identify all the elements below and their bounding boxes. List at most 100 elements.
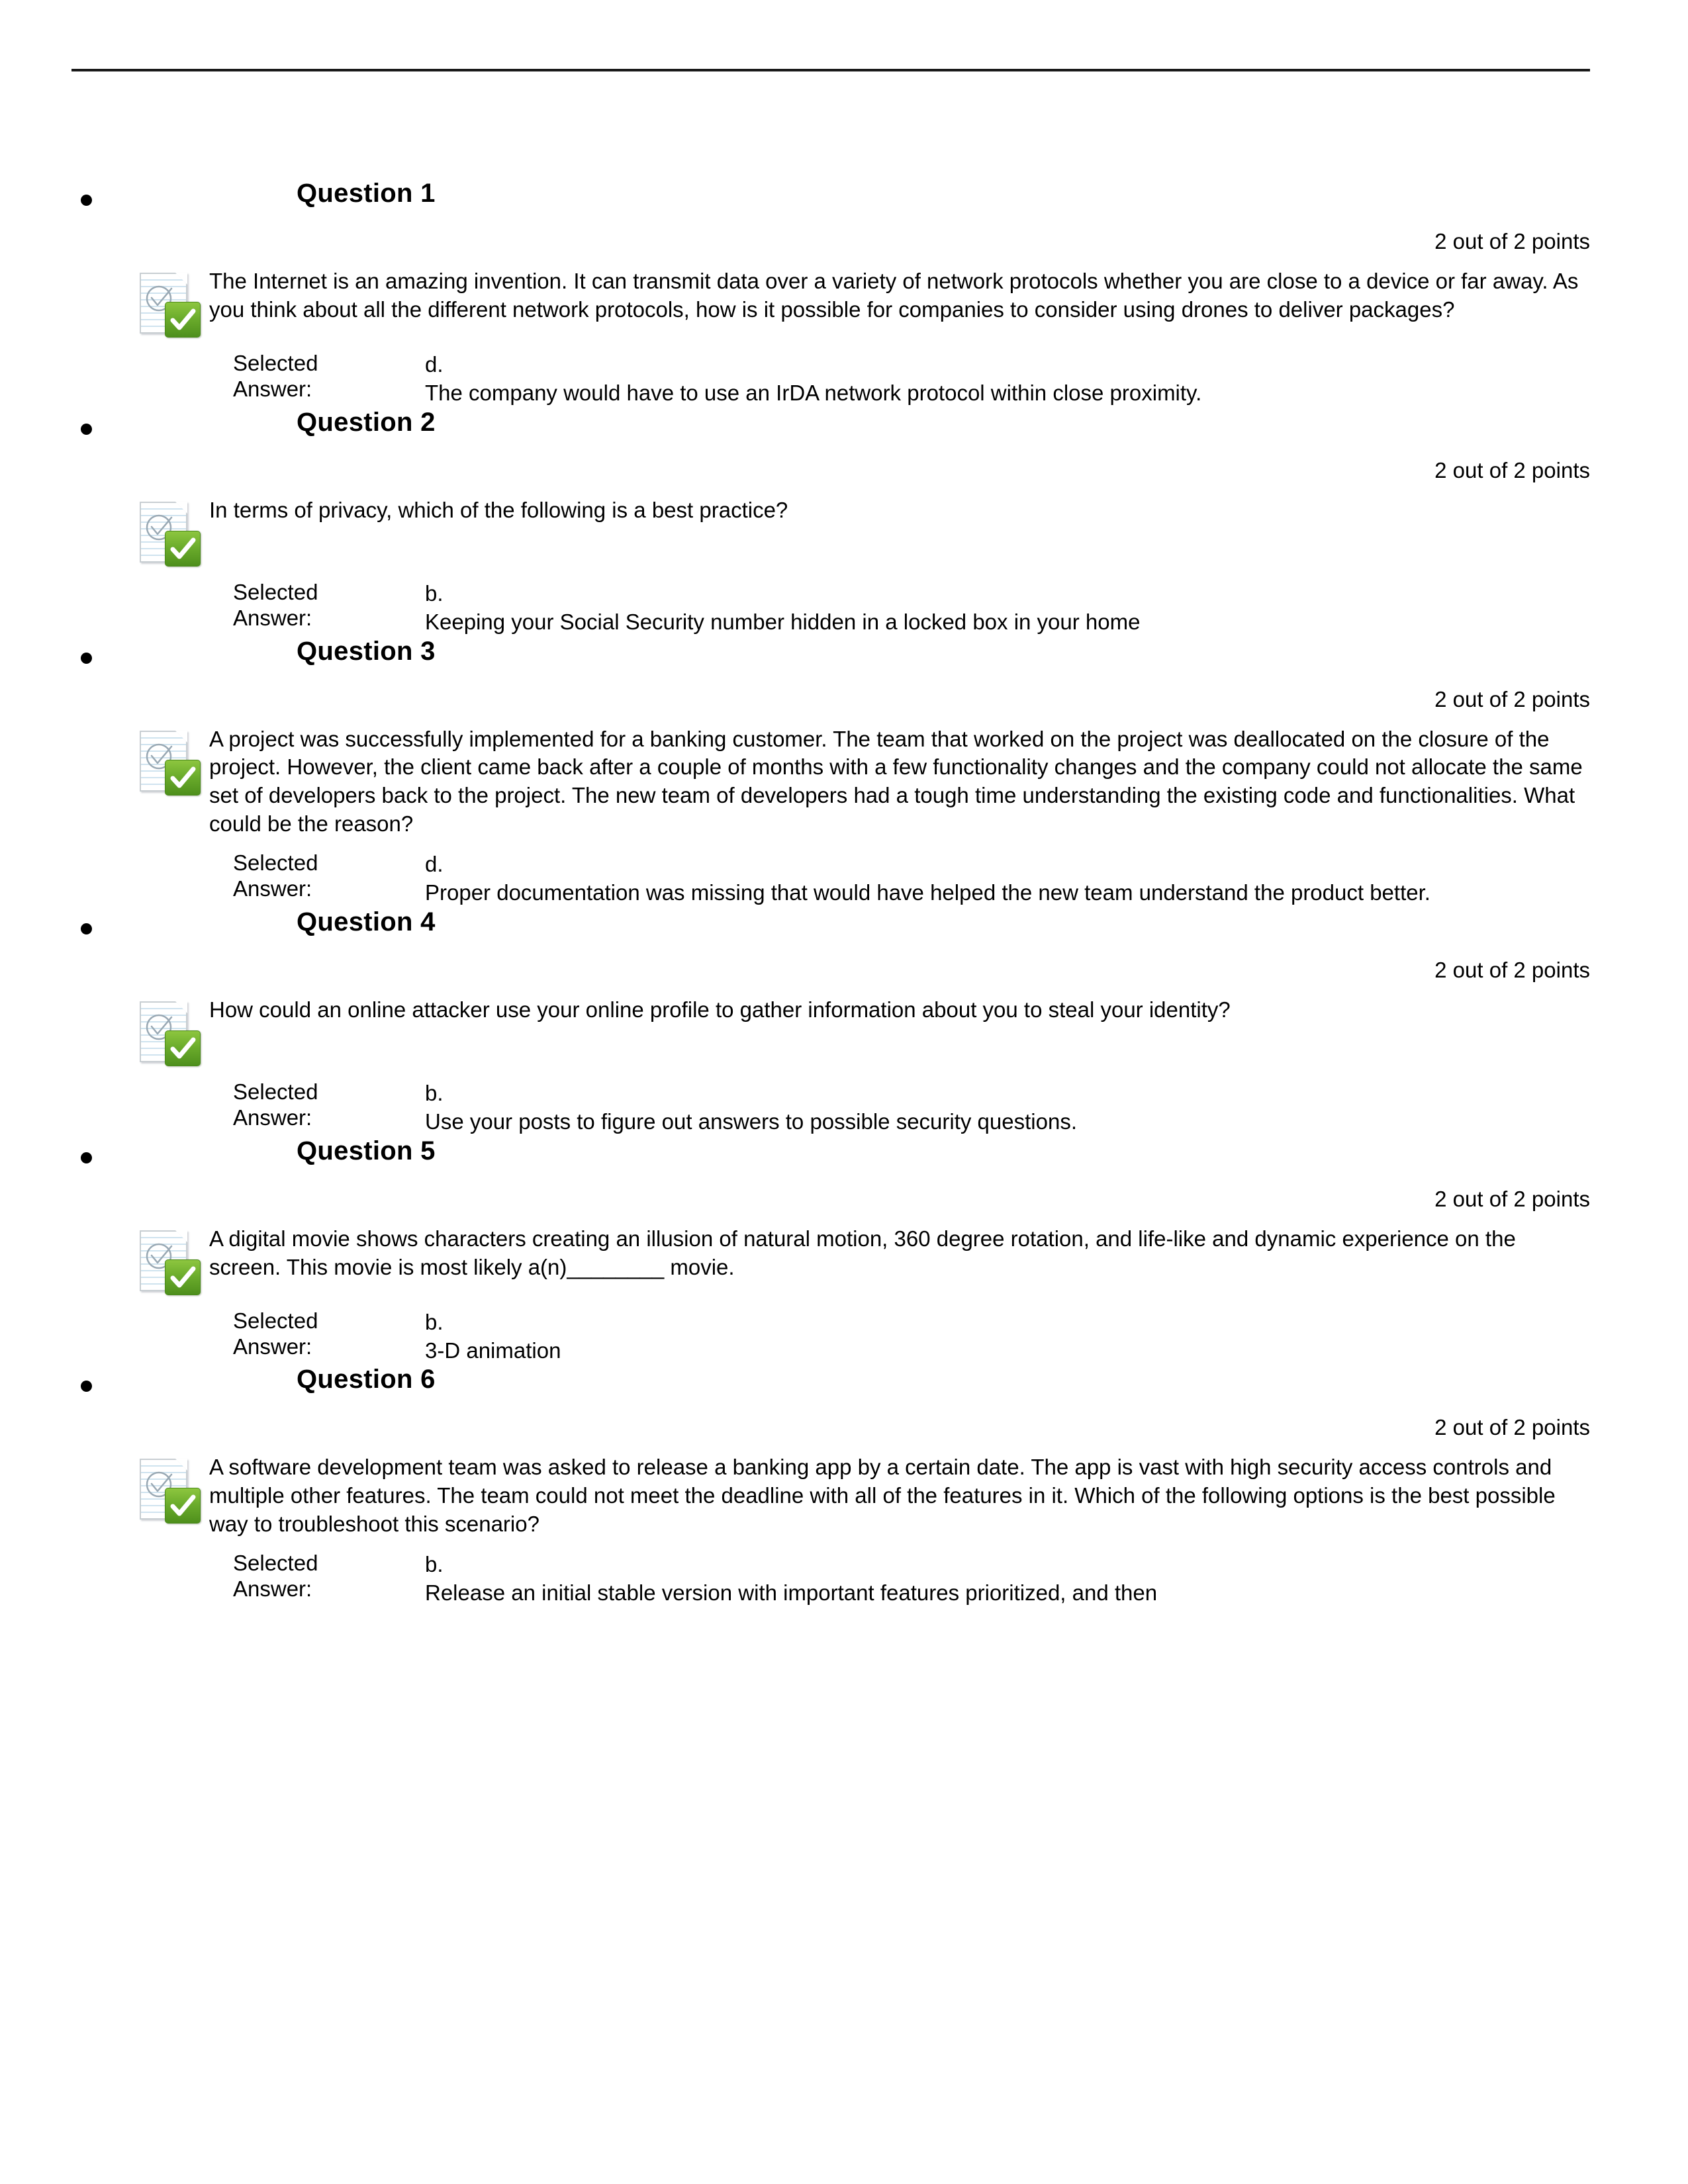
points-awarded: 2 out of 2 points	[1434, 1186, 1590, 1211]
selected-answer-label: Selected Answer:	[233, 580, 392, 631]
question-text: In terms of privacy, which of the follow…	[209, 497, 788, 522]
points-row: 2 out of 2 points	[0, 956, 1688, 996]
list-bullet-icon	[81, 1381, 92, 1392]
answer-option-letter: d.	[425, 852, 444, 877]
page-fold	[175, 1459, 187, 1471]
selected-answer-label: Selected Answer:	[233, 1079, 392, 1131]
selected-answer-label-line1: Selected	[233, 351, 318, 375]
selected-answer-label: Selected Answer:	[233, 1308, 392, 1360]
points-row: 2 out of 2 points	[0, 457, 1688, 496]
question-header-row: Question 4	[0, 907, 1688, 956]
selected-answer-label-line1: Selected	[233, 579, 318, 604]
page-fold	[175, 501, 187, 514]
points-awarded: 2 out of 2 points	[1434, 229, 1590, 253]
question-text: A digital movie shows characters creatin…	[209, 1226, 1516, 1279]
points-awarded: 2 out of 2 points	[1434, 1415, 1590, 1440]
points-row: 2 out of 2 points	[0, 1185, 1688, 1225]
question-header-row: Question 5	[0, 1136, 1688, 1185]
page-fold	[175, 273, 187, 285]
selected-answer-label-line2: Answer:	[233, 876, 312, 901]
quiz-results-page: Question 1 2 out of 2 points The Internet …	[0, 0, 1688, 2184]
answer-option-letter: b.	[425, 1309, 444, 1334]
graded-question-checkmark-icon	[136, 1457, 201, 1525]
list-bullet-icon	[81, 1152, 92, 1163]
green-check-badge	[165, 530, 201, 567]
answer-option-text: Release an initial stable version with i…	[425, 1580, 1158, 1606]
question-title: Question 3	[297, 636, 436, 666]
selected-answer-label-line2: Answer:	[233, 605, 312, 630]
graded-question-checkmark-icon	[136, 271, 201, 339]
answer-option-text: The company would have to use an IrDA ne…	[425, 380, 1202, 405]
questions-list: Question 1 2 out of 2 points The Internet …	[0, 179, 1688, 1608]
page-fold	[175, 1230, 187, 1242]
list-bullet-icon	[81, 195, 92, 206]
question-title: Question 2	[297, 407, 436, 437]
selected-answer-label: Selected Answer:	[233, 850, 392, 902]
question-header-row: Question 2	[0, 408, 1688, 457]
question-text: A project was successfully implemented f…	[209, 726, 1583, 837]
selected-answer-value: b. 3-D animation	[233, 1308, 1589, 1365]
selected-answer-value: b. Release an initial stable version with…	[233, 1551, 1589, 1608]
question-body: A digital movie shows characters creatin…	[0, 1225, 1688, 1297]
question-text: The Internet is an amazing invention. It…	[209, 269, 1579, 322]
graded-question-checkmark-icon	[136, 1000, 201, 1068]
answer-option-text: Use your posts to figure out answers to …	[425, 1109, 1077, 1134]
selected-answer-label: Selected Answer:	[233, 351, 392, 402]
green-check-badge	[165, 759, 201, 796]
list-bullet-icon	[81, 923, 92, 934]
question-text: A software development team was asked to…	[209, 1455, 1556, 1537]
answer-option-letter: b.	[425, 1552, 444, 1577]
question-body: The Internet is an amazing invention. It…	[0, 267, 1688, 339]
selected-answer-label-line1: Selected	[233, 1079, 318, 1104]
selected-answer-block: Selected Answer: b. 3-D animation	[0, 1308, 1688, 1365]
question-body: How could an online attacker use your on…	[0, 996, 1688, 1068]
green-check-badge	[165, 302, 201, 338]
question-header-row: Question 1	[0, 179, 1688, 228]
selected-answer-block: Selected Answer: b. Use your posts to figur…	[0, 1079, 1688, 1136]
question-header-row: Question 6	[0, 1365, 1688, 1414]
selected-answer-value: b. Use your posts to figure out answers t…	[233, 1079, 1589, 1136]
points-row: 2 out of 2 points	[0, 228, 1688, 267]
selected-answer-label-line1: Selected	[233, 1551, 318, 1576]
question-text: How could an online attacker use your on…	[209, 997, 1231, 1022]
question-title: Question 6	[297, 1365, 436, 1394]
points-row: 2 out of 2 points	[0, 1414, 1688, 1453]
green-check-badge	[165, 1259, 201, 1295]
question-block: Question 6 2 out of 2 points A software de…	[0, 1365, 1688, 1607]
selected-answer-label-line2: Answer:	[233, 1105, 312, 1130]
selected-answer-label: Selected Answer:	[233, 1551, 392, 1602]
selected-answer-value: d. The company would have to use an IrDA …	[233, 351, 1589, 408]
question-title: Question 1	[297, 179, 436, 208]
points-awarded: 2 out of 2 points	[1434, 686, 1590, 711]
question-header-row: Question 3	[0, 637, 1688, 686]
question-body: In terms of privacy, which of the follow…	[0, 496, 1688, 568]
green-check-badge	[165, 1488, 201, 1524]
graded-question-checkmark-icon	[136, 500, 201, 568]
selected-answer-value: b. Keeping your Social Security number hi…	[233, 580, 1589, 637]
page-fold	[175, 730, 187, 743]
selected-answer-block: Selected Answer: d. Proper documentation wa…	[0, 850, 1688, 907]
header-divider	[71, 69, 1590, 71]
answer-option-text: 3-D animation	[425, 1338, 561, 1363]
question-title: Question 4	[297, 907, 436, 936]
answer-option-letter: b.	[425, 580, 444, 606]
answer-option-letter: b.	[425, 1080, 444, 1105]
list-bullet-icon	[81, 423, 92, 435]
answer-option-text: Keeping your Social Security number hidd…	[425, 609, 1141, 634]
list-bullet-icon	[81, 652, 92, 664]
selected-answer-label-line1: Selected	[233, 850, 318, 876]
graded-question-checkmark-icon	[136, 729, 201, 797]
question-block: Question 2 2 out of 2 points In terms of p…	[0, 408, 1688, 637]
page-fold	[175, 1001, 187, 1013]
question-block: Question 1 2 out of 2 points The Internet …	[0, 179, 1688, 408]
question-body: A project was successfully implemented f…	[0, 725, 1688, 839]
green-check-badge	[165, 1030, 201, 1066]
graded-question-checkmark-icon	[136, 1229, 201, 1297]
selected-answer-label-line2: Answer:	[233, 1334, 312, 1359]
points-row: 2 out of 2 points	[0, 686, 1688, 725]
selected-answer-block: Selected Answer: b. Keeping your Social Sec…	[0, 580, 1688, 637]
question-block: Question 5 2 out of 2 points A digital mov…	[0, 1136, 1688, 1365]
question-block: Question 4 2 out of 2 points How could an …	[0, 907, 1688, 1136]
answer-option-text: Proper documentation was missing that wo…	[425, 880, 1430, 905]
selected-answer-value: d. Proper documentation was missing that …	[233, 850, 1589, 907]
